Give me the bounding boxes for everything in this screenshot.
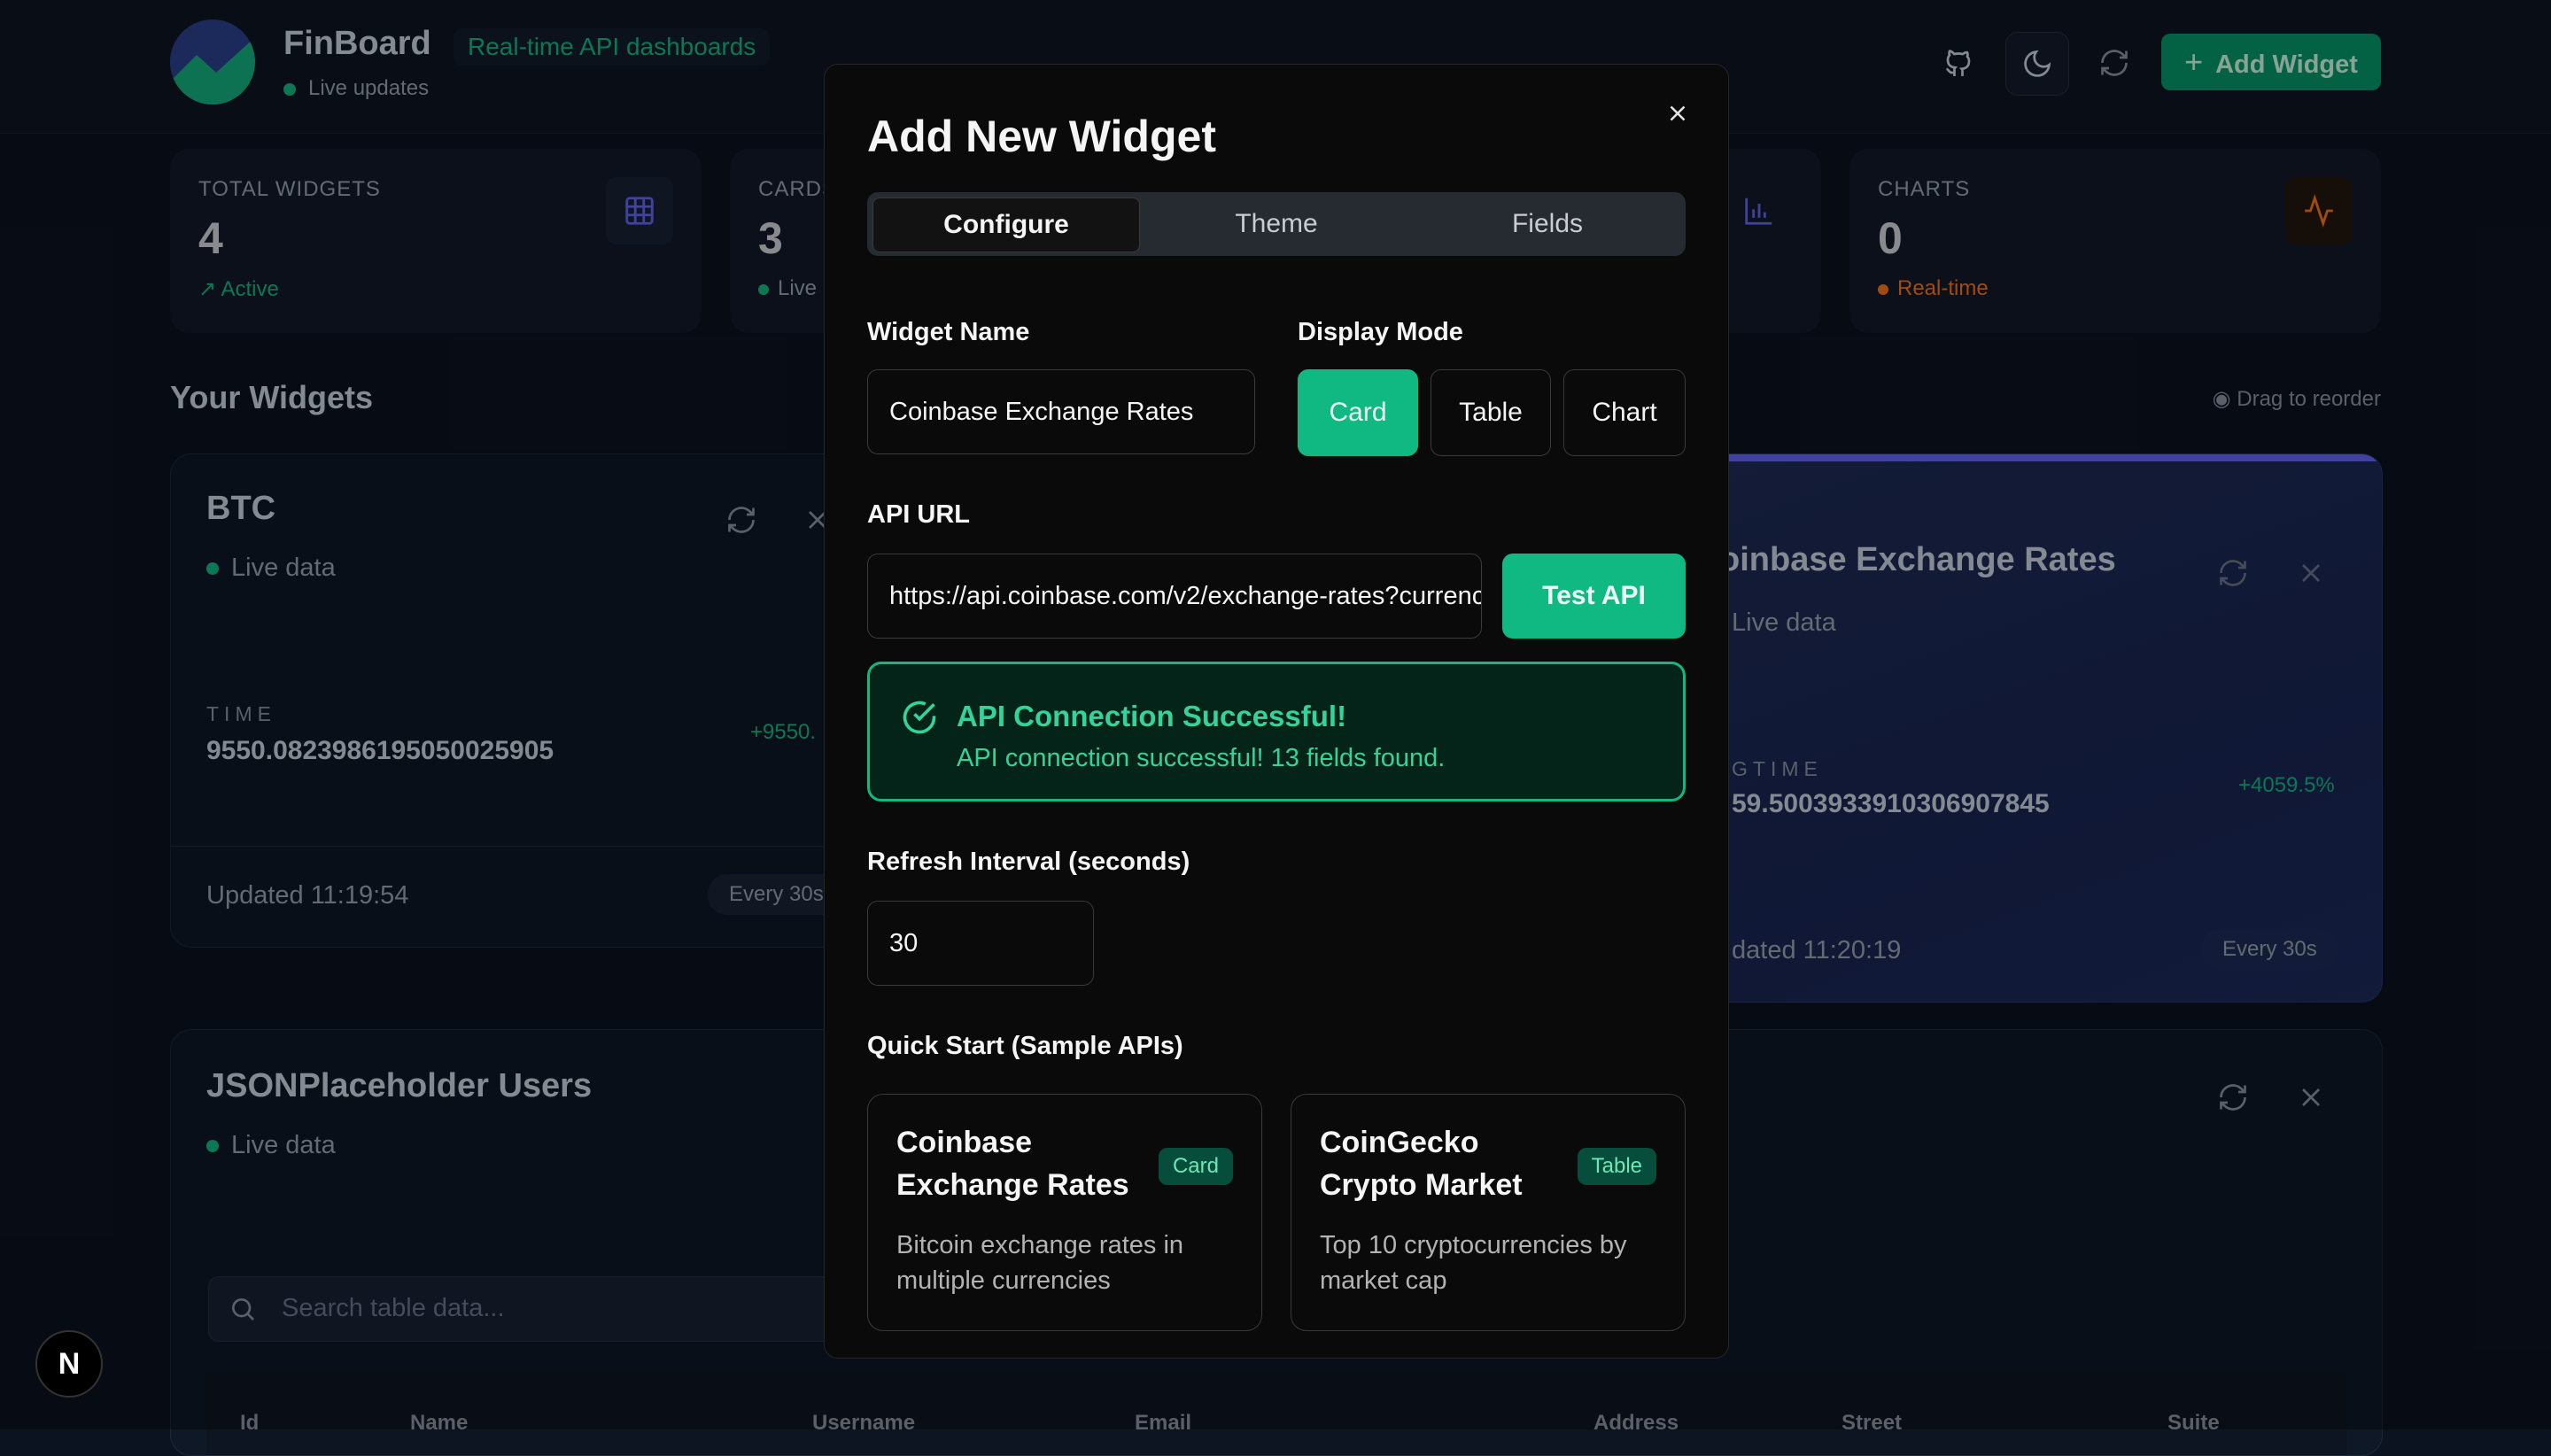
display-mode-card-button[interactable]: Card [1298, 369, 1418, 456]
close-button[interactable] [1655, 91, 1700, 136]
display-mode-label: Display Mode [1298, 318, 1463, 346]
sample-description: Top 10 cryptocurrencies by market cap [1320, 1231, 1627, 1295]
nextjs-dev-indicator[interactable]: N [35, 1330, 103, 1398]
sample-api-coinbase[interactable]: Coinbase Exchange Rates Card Bitcoin exc… [867, 1094, 1262, 1331]
success-message: API connection successful! 13 fields fou… [957, 744, 1446, 772]
modal-tabs: Configure Theme Fields [867, 192, 1686, 256]
widget-name-input[interactable]: Coinbase Exchange Rates [867, 369, 1255, 454]
tab-fields[interactable]: Fields [1415, 197, 1680, 251]
add-widget-modal: Add New Widget Configure Theme Fields Wi… [824, 64, 1729, 1359]
sample-badge: Card [1158, 1148, 1233, 1185]
display-mode-table-button[interactable]: Table [1431, 369, 1551, 456]
success-title: API Connection Successful! [957, 700, 1347, 732]
modal-title: Add New Widget [867, 112, 1216, 161]
close-icon [1670, 105, 1686, 121]
sample-description: Bitcoin exchange rates in multiple curre… [896, 1231, 1184, 1295]
sample-badge: Table [1577, 1148, 1656, 1185]
tab-configure[interactable]: Configure [872, 197, 1140, 252]
api-url-label: API URL [867, 500, 970, 529]
api-success-alert: API Connection Successful! API connectio… [867, 662, 1686, 802]
refresh-interval-input[interactable]: 30 [867, 901, 1094, 986]
sample-title: Coinbase Exchange Rates [896, 1126, 1129, 1202]
widget-name-label: Widget Name [867, 318, 1030, 346]
display-mode-chart-button[interactable]: Chart [1563, 369, 1686, 456]
sample-title: CoinGecko Crypto Market [1320, 1126, 1523, 1202]
quickstart-label: Quick Start (Sample APIs) [867, 1032, 1183, 1060]
tab-theme[interactable]: Theme [1144, 197, 1409, 251]
refresh-interval-label: Refresh Interval (seconds) [867, 848, 1190, 876]
check-circle-icon [900, 698, 939, 737]
sample-api-coingecko[interactable]: CoinGecko Crypto Market Table Top 10 cry… [1291, 1094, 1686, 1331]
api-url-input[interactable]: https://api.coinbase.com/v2/exchange-rat… [867, 554, 1482, 639]
test-api-button[interactable]: Test API [1502, 554, 1686, 639]
